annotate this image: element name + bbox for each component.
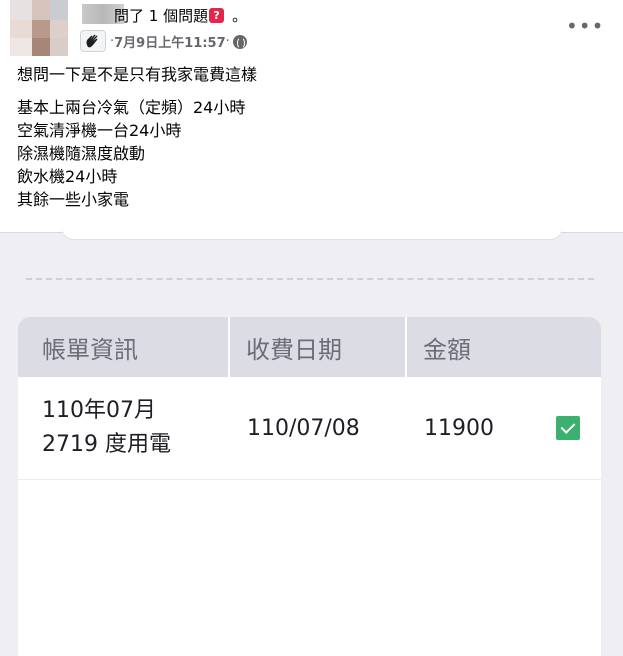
header-bill-info: 帳單資訊 <box>18 317 230 377</box>
post-line: 除濕機隨濕度啟動 <box>17 144 146 163</box>
bill-period: 110年07月 <box>42 398 156 423</box>
bill-usage: 2719 度用電 <box>42 432 171 457</box>
check-icon <box>556 416 580 440</box>
bill-table-header: 帳單資訊 收費日期 金額 <box>18 317 601 377</box>
headline-text: 問了 1 個問題 <box>114 7 209 25</box>
headline-trailing-dot: 。 <box>232 7 248 25</box>
author-avatar[interactable] <box>10 0 68 56</box>
amount-cell: 11900 <box>424 415 494 441</box>
globe-icon[interactable] <box>232 34 247 49</box>
post-timestamp[interactable]: 7月9日上午11:57 <box>114 32 225 51</box>
header-amount: 金額 <box>423 335 471 364</box>
post-meta: · 7月9日上午11:57 · <box>110 32 247 51</box>
post-image[interactable]: 帳單資訊 收費日期 金額 110年07月 2719 度用電 110/07/08 … <box>0 227 623 656</box>
charge-date-cell: 110/07/08 <box>247 415 360 441</box>
post-line: 空氣清淨機一台24小時 <box>17 121 182 140</box>
dashed-divider <box>26 278 594 280</box>
post-line: 基本上兩台冷氣（定頻）24小時 <box>17 98 246 117</box>
post-line: 飲水機24小時 <box>17 167 118 186</box>
card-edge <box>62 227 562 239</box>
meta-separator: · <box>225 34 230 49</box>
table-row: 110年07月 2719 度用電 110/07/08 11900 <box>18 377 601 480</box>
hand-wave-icon[interactable] <box>80 30 106 52</box>
post-line: 想問一下是不是只有我家電費這樣 <box>17 65 258 84</box>
post-body: 想問一下是不是只有我家電費這樣 基本上兩台冷氣（定頻）24小時 空氣清淨機一台2… <box>17 63 257 211</box>
header-charge-date: 收費日期 <box>230 317 407 377</box>
bill-table: 帳單資訊 收費日期 金額 110年07月 2719 度用電 110/07/08 … <box>18 317 601 656</box>
more-options-icon[interactable]: ••• <box>566 14 603 38</box>
post-headline: 問了 1 個問題 ? 。 <box>114 5 247 26</box>
question-badge-icon: ? <box>209 8 225 23</box>
bill-info-cell: 110年07月 2719 度用電 <box>18 394 230 462</box>
post-line: 其餘一些小家電 <box>17 190 130 209</box>
